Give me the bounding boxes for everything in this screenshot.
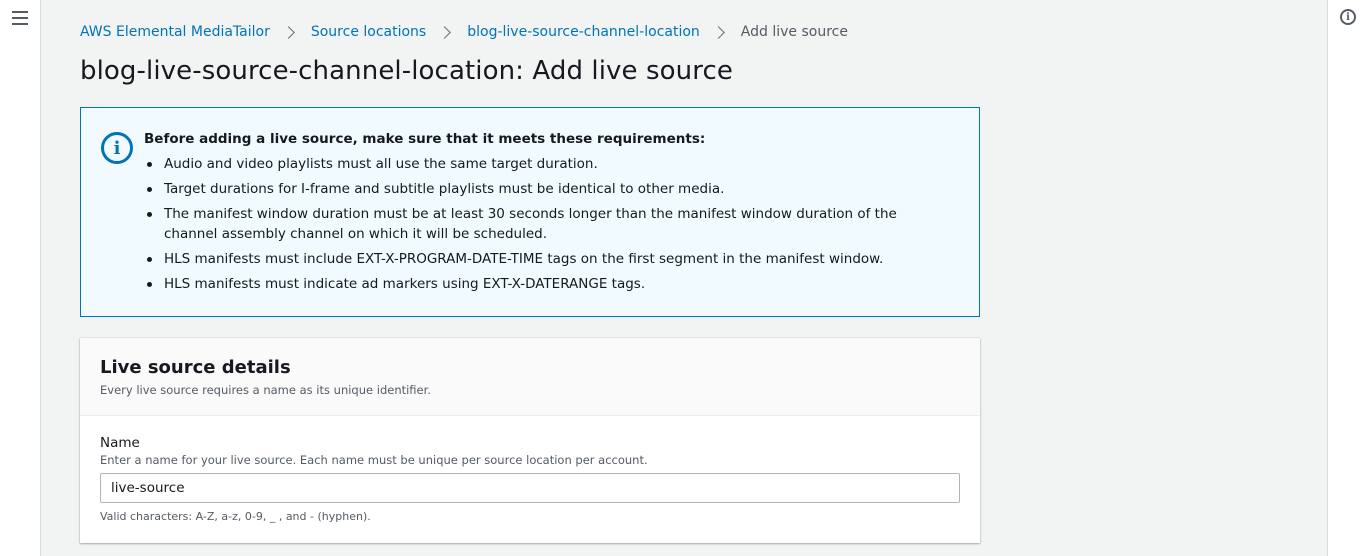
requirements-alert: i Before adding a live source, make sure… — [80, 107, 980, 317]
name-field-constraint: Valid characters: A-Z, a-z, 0-9, _ , and… — [100, 510, 371, 523]
panel-title: Live source details — [100, 357, 291, 378]
page-title: blog-live-source-channel-location: Add l… — [80, 56, 733, 86]
breadcrumb-link-mediatailor[interactable]: AWS Elemental MediaTailor — [80, 24, 270, 40]
requirements-list: Audio and video playlists must all use t… — [144, 154, 944, 294]
info-icon[interactable]: i — [1340, 9, 1356, 25]
breadcrumb-current: Add live source — [740, 24, 848, 40]
breadcrumb: AWS Elemental MediaTailor Source locatio… — [80, 23, 848, 41]
list-item: Target durations for I-frame and subtitl… — [144, 179, 944, 199]
breadcrumb-link-source-location[interactable]: blog-live-source-channel-location — [467, 24, 700, 40]
breadcrumb-link-source-locations[interactable]: Source locations — [311, 24, 426, 40]
name-field-label: Name — [100, 435, 140, 451]
alert-body: Before adding a live source, make sure t… — [144, 129, 944, 299]
tools-panel-rail: i — [1327, 0, 1368, 556]
hamburger-menu-icon[interactable] — [12, 11, 28, 25]
panel-header: Live source details Every live source re… — [80, 338, 980, 416]
list-item: HLS manifests must include EXT-X-PROGRAM… — [144, 249, 944, 269]
chevron-right-icon — [281, 25, 295, 39]
info-circle-icon: i — [101, 132, 133, 164]
list-item: Audio and video playlists must all use t… — [144, 154, 944, 174]
alert-title: Before adding a live source, make sure t… — [144, 131, 706, 147]
chevron-right-icon — [438, 25, 452, 39]
list-item: The manifest window duration must be at … — [144, 204, 944, 244]
chevron-right-icon — [711, 25, 725, 39]
side-navigation-rail — [0, 0, 41, 556]
name-input[interactable] — [100, 473, 960, 503]
live-source-details-panel: Live source details Every live source re… — [80, 338, 980, 543]
name-field-description: Enter a name for your live source. Each … — [100, 453, 648, 467]
panel-description: Every live source requires a name as its… — [100, 383, 431, 397]
list-item: HLS manifests must indicate ad markers u… — [144, 274, 944, 294]
panel-body: Name Enter a name for your live source. … — [80, 416, 980, 523]
